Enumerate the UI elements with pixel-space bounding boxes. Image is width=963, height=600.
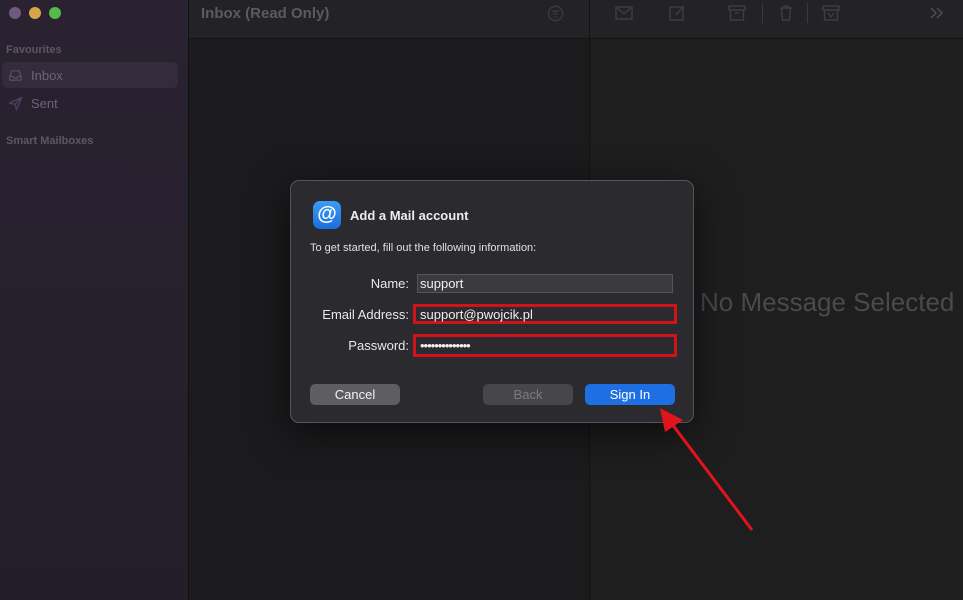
toolbar — [590, 0, 963, 39]
message-list-header: Inbox (Read Only) — [189, 0, 589, 39]
archive-icon[interactable] — [727, 3, 747, 23]
sign-in-button[interactable]: Sign In — [585, 384, 675, 405]
back-button[interactable]: Back — [483, 384, 573, 405]
name-field[interactable]: support — [417, 274, 673, 293]
close-window-button[interactable] — [9, 7, 21, 19]
dialog-title: Add a Mail account — [350, 208, 469, 223]
zoom-window-button[interactable] — [49, 7, 61, 19]
minimize-window-button[interactable] — [29, 7, 41, 19]
trash-icon[interactable] — [776, 3, 796, 23]
password-label: Password: — [348, 338, 409, 353]
cancel-button[interactable]: Cancel — [310, 384, 400, 405]
add-mail-account-dialog: @ Add a Mail account To get started, fil… — [290, 180, 694, 423]
smart-mailboxes-label[interactable]: Smart Mailboxes — [6, 135, 93, 147]
sidebar-item-label: Sent — [31, 95, 58, 111]
chevron-double-right-icon[interactable] — [927, 3, 947, 23]
mailbox-title: Inbox (Read Only) — [201, 5, 330, 22]
no-message-selected-text: No Message Selected — [700, 287, 955, 317]
dialog-subtitle: To get started, fill out the following i… — [310, 242, 537, 254]
password-field[interactable]: •••••••••••••• — [417, 336, 673, 355]
filter-icon[interactable] — [547, 5, 564, 22]
sidebar: Favourites Inbox Sent Smart Mailboxes — [0, 0, 189, 600]
sidebar-item-inbox[interactable]: Inbox — [2, 62, 178, 88]
name-label: Name: — [370, 276, 409, 291]
sidebar-item-sent[interactable]: Sent — [2, 90, 178, 116]
toolbar-separator — [807, 3, 808, 23]
inbox-icon — [9, 69, 22, 81]
sidebar-item-label: Inbox — [31, 67, 63, 83]
compose-icon[interactable] — [667, 3, 687, 23]
email-address-label: Email Address: — [322, 307, 409, 322]
favourites-label: Favourites — [6, 44, 62, 56]
at-sign-icon: @ — [313, 201, 341, 229]
toolbar-separator — [762, 3, 763, 23]
window-controls — [9, 7, 61, 19]
email-field[interactable]: support@pwojcik.pl — [417, 305, 673, 324]
get-mail-icon[interactable] — [614, 3, 634, 23]
paper-plane-icon — [8, 96, 23, 110]
junk-icon[interactable] — [821, 3, 841, 23]
